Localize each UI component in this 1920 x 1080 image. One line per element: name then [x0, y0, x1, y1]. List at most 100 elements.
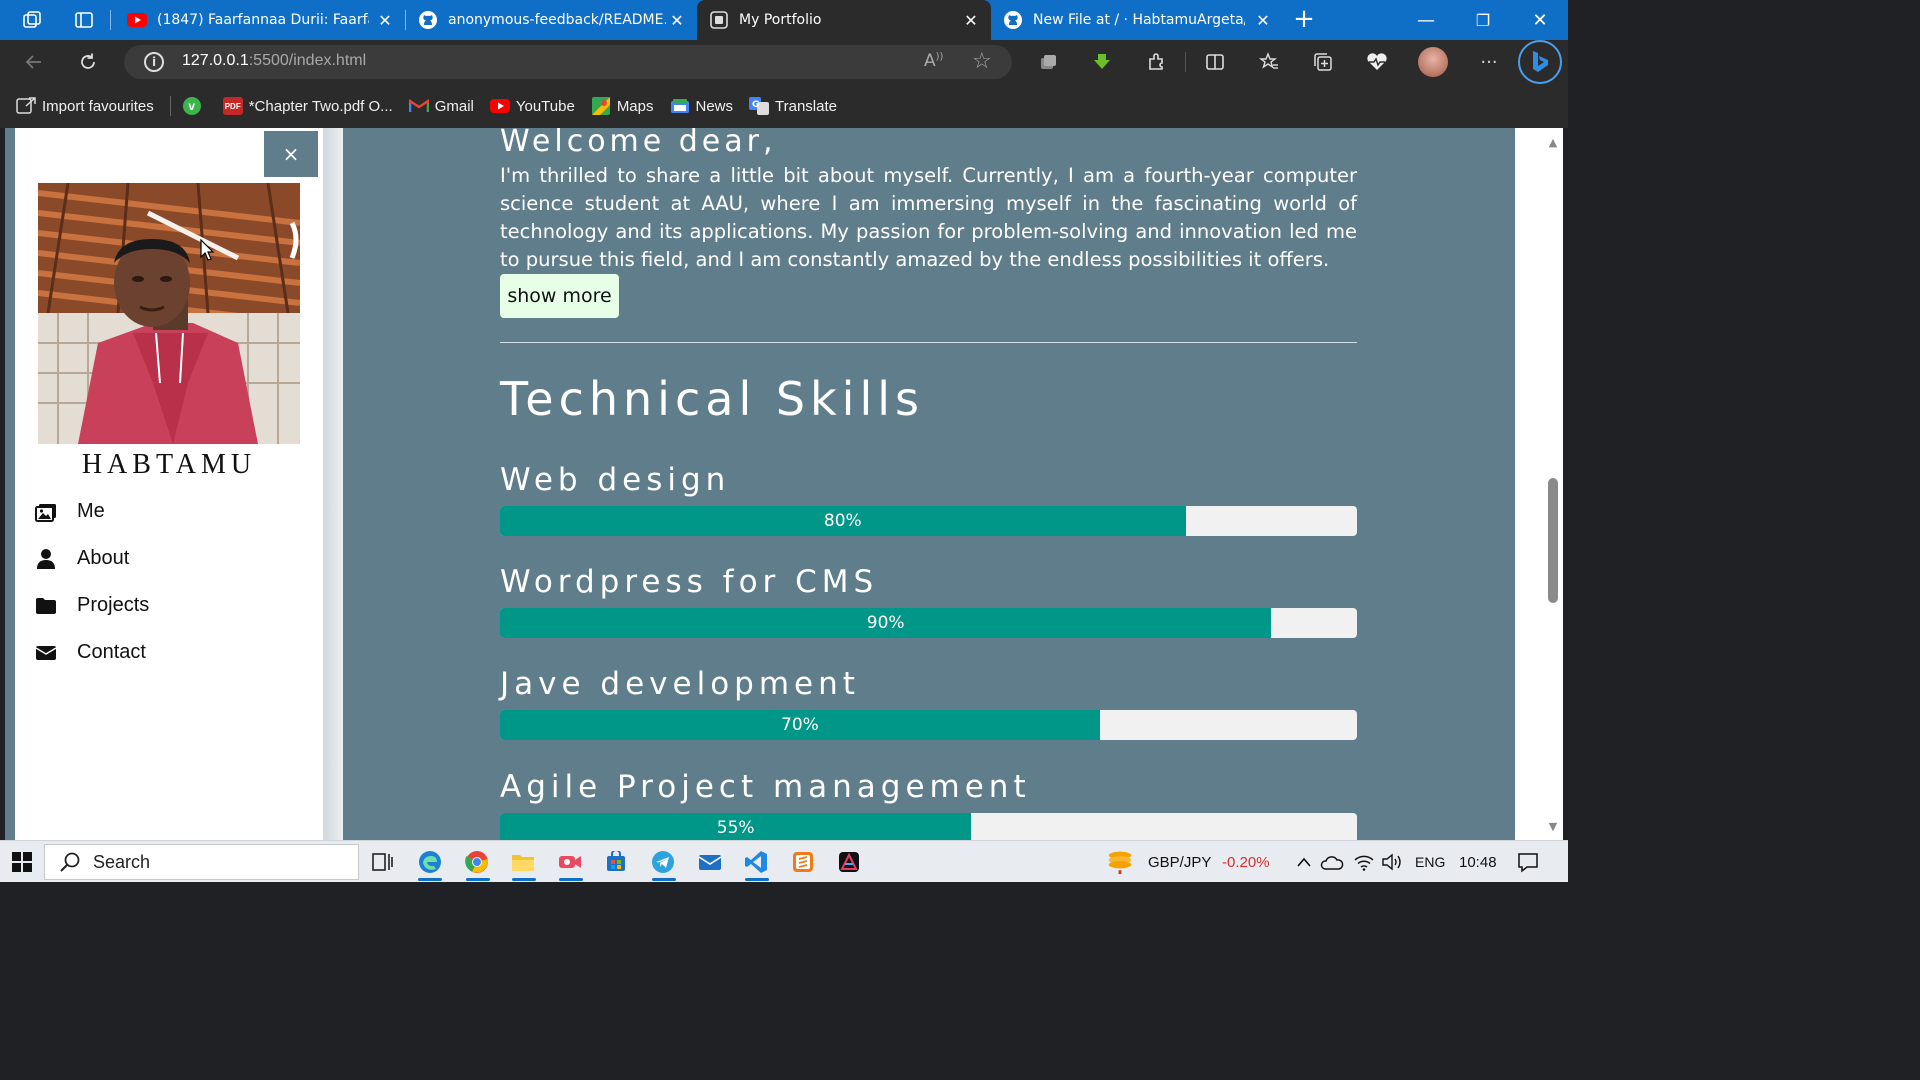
show-hidden-icons-icon[interactable] [1290, 849, 1318, 875]
bookmark-maps[interactable]: Maps [591, 97, 654, 115]
url-path: :5500/index.html [248, 52, 367, 69]
taskbar-search-input[interactable]: Search [44, 844, 359, 880]
tab-youtube[interactable]: (1847) Faarfannaa Durii: Faarfata ✕ [115, 0, 405, 40]
volume-icon[interactable] [1378, 849, 1406, 875]
mouse-cursor-icon [200, 239, 215, 261]
tab-title: New File at / · HabtamuArgeta/M [1033, 12, 1245, 28]
page-scrollbar[interactable]: ▲ ▼ [1515, 128, 1563, 840]
stock-ticker-icon[interactable] [1106, 847, 1134, 874]
sidebar-item-about[interactable]: About [35, 547, 129, 570]
bookmark-label: Translate [775, 97, 837, 115]
bookmark-gmail[interactable]: Gmail [408, 97, 474, 115]
new-tab-icon[interactable]: + [1290, 4, 1318, 34]
tab-github-newfile[interactable]: New File at / · HabtamuArgeta/M ✕ [991, 0, 1283, 40]
address-bar[interactable]: i 127.0.0.1:5500/index.html A)) ☆ [124, 45, 1012, 79]
envelope-icon [35, 642, 57, 664]
split-screen-icon[interactable] [1200, 47, 1230, 77]
telegram-icon[interactable] [649, 849, 677, 875]
clock[interactable]: 10:48 [1459, 841, 1497, 883]
favorites-icon[interactable] [1254, 47, 1284, 77]
task-view-icon[interactable] [368, 849, 396, 875]
tab-actions-icon[interactable] [70, 7, 98, 33]
vscode-icon[interactable] [742, 849, 770, 875]
user-icon [35, 548, 57, 570]
close-tab-icon[interactable]: ✕ [1253, 10, 1273, 30]
workspaces-icon[interactable] [18, 7, 46, 33]
translate-icon: G [749, 97, 770, 115]
images-icon [35, 501, 57, 523]
restore-icon[interactable]: ❐ [1455, 0, 1511, 40]
notifications-icon[interactable] [1514, 849, 1542, 875]
microsoft-store-icon[interactable] [602, 849, 630, 875]
bookmark-news[interactable]: News [670, 97, 733, 115]
show-more-button[interactable]: show more [500, 274, 619, 318]
more-menu-icon[interactable]: ··· [1474, 47, 1504, 77]
youtube-icon [127, 10, 147, 30]
close-tab-icon[interactable]: ✕ [961, 10, 981, 30]
download-extension-icon[interactable] [1087, 47, 1117, 77]
windows-start-icon[interactable] [8, 849, 36, 875]
read-aloud-icon[interactable]: A)) [924, 51, 943, 71]
close-tab-icon[interactable]: ✕ [375, 10, 395, 30]
sidebar-shadow [323, 128, 343, 840]
sidebar-item-label: Projects [77, 594, 150, 616]
intro-paragraph: I'm thrilled to share a little bit about… [500, 164, 1357, 271]
scroll-thumb[interactable] [1548, 478, 1558, 603]
skill-progress-fill: 80% [500, 506, 1186, 536]
bookmark-label: YouTube [515, 97, 575, 115]
bing-copilot-icon[interactable] [1518, 40, 1562, 84]
minimize-icon[interactable]: — [1398, 0, 1454, 40]
collections-extension-icon[interactable] [1033, 47, 1063, 77]
sidebar-item-contact[interactable]: Contact [35, 641, 146, 664]
pdf-icon: PDF [222, 97, 243, 115]
edge-icon[interactable] [416, 849, 444, 875]
mail-icon[interactable] [696, 849, 724, 875]
profile-avatar[interactable] [1418, 47, 1448, 77]
tab-strip: (1847) Faarfannaa Durii: Faarfata ✕ anon… [0, 0, 1568, 40]
sidebar-item-label: About [77, 547, 130, 569]
url-host: 127.0.0.1 [182, 52, 249, 69]
sublime-icon[interactable] [789, 849, 817, 875]
skill-progress-fill: 55% [500, 813, 972, 840]
browser-essentials-icon[interactable] [1362, 47, 1392, 77]
ai-app-icon[interactable] [835, 849, 863, 875]
page-viewport: Welcome dear, I'm thrilled to share a li… [5, 128, 1563, 840]
gmail-icon [408, 97, 429, 115]
close-tab-icon[interactable]: ✕ [667, 10, 687, 30]
favorite-star-icon[interactable]: ☆ [972, 49, 992, 74]
chrome-icon[interactable] [463, 849, 491, 875]
bookmark-import[interactable]: Import favourites [16, 97, 154, 115]
site-info-icon[interactable]: i [144, 52, 164, 72]
ticker-change: -0.20% [1222, 853, 1270, 871]
bookmark-youtube[interactable]: YouTube [489, 97, 575, 115]
extensions-icon[interactable] [1141, 47, 1171, 77]
screen-recorder-icon[interactable] [556, 849, 584, 875]
skill-progress-bar: 70% [500, 710, 1357, 740]
skill-name: Jave development [500, 666, 860, 702]
active-app-indicator [466, 878, 490, 881]
active-app-indicator [559, 878, 583, 881]
close-window-icon[interactable]: ✕ [1512, 0, 1568, 40]
tab-title: (1847) Faarfannaa Durii: Faarfata [157, 12, 369, 28]
tab-github-readme[interactable]: anonymous-feedback/README.n ✕ [406, 0, 697, 40]
language-indicator[interactable]: ENG [1415, 841, 1445, 883]
close-sidebar-button[interactable]: × [264, 131, 318, 177]
bookmark-chapter-two[interactable]: PDF *Chapter Two.pdf O... [222, 97, 393, 115]
active-app-indicator [418, 878, 442, 881]
refresh-icon[interactable] [73, 47, 103, 77]
brand-name: HABTAMU [81, 449, 257, 480]
scroll-down-icon[interactable]: ▼ [1545, 818, 1561, 834]
bookmark-translate[interactable]: G Translate [749, 97, 837, 115]
file-explorer-icon[interactable] [509, 849, 537, 875]
onedrive-icon[interactable] [1318, 849, 1346, 875]
tab-portfolio[interactable]: My Portfolio ✕ [697, 0, 991, 40]
github-icon [1003, 10, 1023, 30]
bookmark-vimeo[interactable]: v [182, 97, 207, 115]
sidebar-item-me[interactable]: Me [35, 500, 105, 523]
sidebar-item-projects[interactable]: Projects [35, 594, 149, 617]
back-icon[interactable] [19, 47, 49, 77]
skill-name: Web design [500, 462, 731, 498]
scroll-up-icon[interactable]: ▲ [1545, 134, 1561, 150]
collections-icon[interactable] [1308, 47, 1338, 77]
wifi-icon[interactable] [1350, 849, 1378, 875]
